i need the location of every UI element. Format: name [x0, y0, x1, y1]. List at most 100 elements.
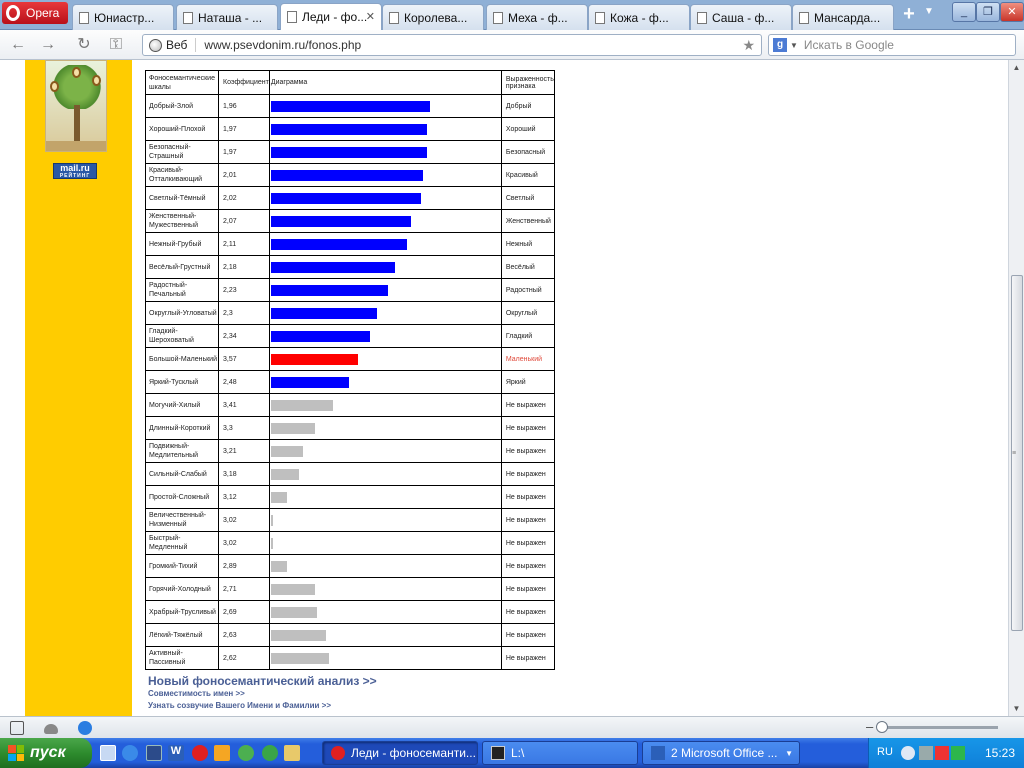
table-row: Радостный-Печальный 2,23 Радостный — [145, 278, 555, 302]
diagram-bar — [270, 124, 427, 135]
tab-title: Леди - фо... — [302, 10, 368, 24]
tab[interactable]: Королева... — [382, 4, 484, 30]
vertical-scrollbar[interactable]: ▲ ≡ ▼ — [1008, 60, 1024, 716]
page-icon — [287, 11, 297, 23]
start-button[interactable]: пуск — [0, 738, 92, 768]
tools-icon[interactable] — [284, 745, 300, 761]
chrome-icon[interactable] — [238, 745, 254, 761]
search-field[interactable]: g ▼ Искать в Google — [768, 34, 1016, 56]
task-word-group[interactable]: 2 Microsoft Office ... ▼ — [642, 741, 800, 765]
window-icon[interactable] — [146, 745, 162, 761]
diagram-bar — [270, 469, 299, 480]
coefficient-cell: 2,07 — [218, 209, 270, 233]
minimize-icon[interactable]: _ — [952, 2, 976, 22]
task-explorer-window[interactable]: L:\ — [482, 741, 638, 765]
mailru-rating-text: РЕЙТИНГ — [59, 173, 91, 179]
table-row: Активный-Пассивный 2,62 Не выражен — [145, 646, 555, 670]
speed-dial-icon[interactable] — [78, 721, 92, 735]
windows-flag-icon — [8, 745, 24, 761]
page-icon — [595, 11, 605, 24]
scale-cell: Хороший-Плохой — [145, 117, 219, 141]
reload-icon[interactable]: ↻ — [74, 35, 94, 55]
opera-icon[interactable] — [192, 745, 208, 761]
internet-explorer-icon[interactable] — [122, 745, 138, 761]
close-window-icon[interactable]: ✕ — [1000, 2, 1024, 22]
utorrent-icon[interactable] — [262, 745, 278, 761]
zoom-slider[interactable] — [880, 726, 998, 729]
table-row: Громкий-Тихий 2,89 Не выражен — [145, 554, 555, 578]
compatibility-link[interactable]: Совместимость имен >> — [148, 689, 245, 698]
cloud-icon[interactable] — [44, 724, 58, 734]
scale-cell: Добрый-Злой — [145, 94, 219, 118]
table-row: Быстрый-Медленный 3,02 Не выражен — [145, 531, 555, 555]
diagram-cell — [268, 301, 502, 325]
key-icon[interactable]: ⚿ — [106, 35, 126, 55]
diagram-bar — [270, 239, 407, 250]
tab-list-chevron-down-icon[interactable]: ▼ — [924, 6, 934, 17]
search-engine-chevron-down-icon[interactable]: ▼ — [790, 41, 798, 50]
tab[interactable]: Кожа - ф... — [588, 4, 690, 30]
zoom-out-icon[interactable]: – — [866, 719, 873, 734]
result-cell: Не выражен — [500, 485, 555, 509]
table-row: Длинный-Короткий 3,3 Не выражен — [145, 416, 555, 440]
network-icon[interactable] — [919, 746, 933, 760]
tab-active[interactable]: Леди - фо... ✕ — [280, 3, 382, 30]
opera-logo-icon — [6, 5, 20, 21]
scale-cell: Красивый-Отталкивающий — [145, 163, 219, 187]
opera-menu-button[interactable]: Opera — [2, 2, 68, 24]
diagram-cell — [268, 508, 502, 532]
tab[interactable]: Меха - ф... — [486, 4, 588, 30]
address-field[interactable]: Веб www.psevdonim.ru/fonos.php ★ — [142, 34, 762, 56]
panel-toggle-icon[interactable] — [10, 721, 24, 735]
result-cell: Женственный — [500, 209, 555, 233]
diagram-bar — [270, 515, 273, 526]
new-analysis-link[interactable]: Новый фоносемантический анализ >> — [148, 674, 377, 688]
address-url[interactable]: www.psevdonim.ru/fonos.php — [204, 38, 361, 52]
task-opera-window[interactable]: Леди - фоносеманти... — [322, 741, 478, 765]
result-cell: Маленький — [500, 347, 555, 371]
scroll-down-icon[interactable]: ▼ — [1009, 701, 1024, 716]
table-row: Храбрый-Трусливый 2,69 Не выражен — [145, 600, 555, 624]
diagram-bar — [270, 170, 423, 181]
word-icon — [651, 746, 665, 760]
table-row: Светлый-Тёмный 2,02 Светлый — [145, 186, 555, 210]
antivirus-icon[interactable] — [935, 746, 949, 760]
page-icon — [183, 11, 193, 24]
result-cell: Не выражен — [500, 439, 555, 463]
tab-title: Кожа - ф... — [610, 10, 669, 25]
show-desktop-icon[interactable] — [100, 745, 116, 761]
word-icon[interactable]: W — [168, 745, 184, 761]
tab[interactable]: Саша - ф... — [690, 4, 792, 30]
zoom-slider-handle[interactable] — [876, 721, 888, 733]
scale-cell: Весёлый-Грустный — [145, 255, 219, 279]
forward-arrow-icon[interactable]: → — [38, 35, 58, 55]
family-tree-image[interactable] — [45, 60, 107, 152]
table-body: Добрый-Злой 1,96 Добрый Хороший-Плохой 1,97 Х… — [145, 94, 555, 670]
scale-cell: Лёгкий-Тяжёлый — [145, 623, 219, 647]
restore-icon[interactable]: ❐ — [976, 2, 1000, 22]
tab-close-icon[interactable]: ✕ — [366, 10, 375, 23]
bookmark-star-icon[interactable]: ★ — [742, 37, 755, 54]
table-row: Могучий-Хилый 3,41 Не выражен — [145, 393, 555, 417]
tab[interactable]: Мансарда... — [792, 4, 894, 30]
scroll-up-icon[interactable]: ▲ — [1009, 60, 1024, 75]
mail-icon[interactable] — [214, 745, 230, 761]
tab[interactable]: Наташа - ... — [176, 4, 278, 30]
scale-cell: Нежный-Грубый — [145, 232, 219, 256]
diagram-cell — [268, 324, 502, 348]
task-group-chevron-down-icon[interactable]: ▼ — [785, 749, 793, 758]
diagram-bar — [270, 630, 326, 641]
tab[interactable]: Юниастр... — [72, 4, 174, 30]
scale-cell: Большой-Маленький — [145, 347, 219, 371]
diagram-cell — [268, 462, 502, 486]
google-g-icon[interactable]: g — [773, 38, 787, 52]
scale-cell: Громкий-Тихий — [145, 554, 219, 578]
language-indicator[interactable]: RU — [877, 746, 893, 758]
name-consonance-link[interactable]: Узнать созвучие Вашего Имени и Фамилии >… — [148, 701, 331, 710]
back-arrow-icon[interactable]: ← — [8, 35, 28, 55]
tray-app-icon[interactable] — [951, 746, 965, 760]
mailru-rating-badge[interactable]: mail.ru РЕЙТИНГ — [53, 163, 97, 179]
new-tab-plus-icon[interactable]: + — [898, 4, 920, 26]
start-label: пуск — [30, 744, 66, 761]
tray-expand-icon[interactable] — [901, 746, 915, 760]
